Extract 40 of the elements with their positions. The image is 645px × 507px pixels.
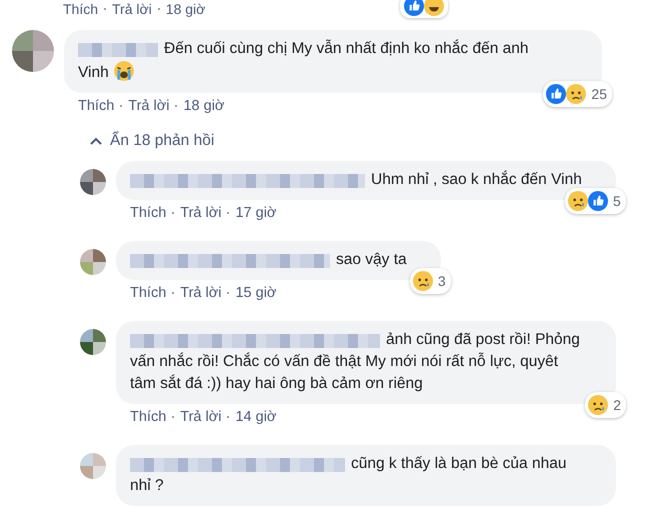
- reaction-badge[interactable]: 2: [585, 392, 626, 418]
- like-link[interactable]: Thích: [130, 205, 166, 221]
- like-icon: [404, 0, 424, 16]
- reply-link[interactable]: Trả lời: [180, 285, 222, 301]
- reaction-badge[interactable]: [400, 0, 448, 18]
- like-link[interactable]: Thích: [130, 409, 166, 425]
- timestamp: 15 giờ: [235, 285, 276, 301]
- reply-link[interactable]: Trả lời: [112, 1, 152, 17]
- reply-link[interactable]: Trả lời: [180, 409, 222, 425]
- reply-link[interactable]: Trả lời: [128, 98, 170, 114]
- reaction-badge[interactable]: 5: [565, 188, 626, 214]
- laughing-face-icon: [424, 0, 444, 16]
- reaction-count: 2: [613, 396, 621, 415]
- reply-text: Uhm nhỉ , sao k nhắc đến Vinh: [130, 169, 582, 191]
- like-icon: [588, 191, 608, 211]
- caret-up-icon: [90, 137, 102, 145]
- sad-face-icon: [588, 395, 608, 415]
- timestamp: 18 giờ: [183, 98, 224, 114]
- sad-face-icon: [412, 271, 433, 291]
- sad-face-icon: [566, 84, 586, 104]
- sad-face-icon: [568, 191, 588, 211]
- like-link[interactable]: Thích: [130, 285, 166, 301]
- like-link[interactable]: Thích: [78, 98, 114, 114]
- reaction-count: 3: [438, 272, 446, 291]
- reaction-badge[interactable]: 25: [543, 81, 612, 107]
- avatar[interactable]: [80, 169, 106, 195]
- timestamp: 18 giờ: [166, 1, 206, 17]
- reaction-badge[interactable]: 3: [410, 268, 451, 294]
- reaction-count: 5: [613, 192, 621, 211]
- avatar[interactable]: [12, 30, 54, 72]
- reply-link[interactable]: Trả lời: [180, 205, 222, 221]
- timestamp: 17 giờ: [235, 205, 276, 221]
- timestamp: 14 giờ: [235, 409, 276, 425]
- hide-replies-link[interactable]: Ẩn 18 phản hồi: [90, 132, 645, 150]
- like-icon: [546, 84, 566, 104]
- avatar[interactable]: [80, 329, 106, 355]
- crying-face-icon: [112, 60, 135, 82]
- avatar[interactable]: [80, 249, 106, 275]
- like-link[interactable]: Thích: [63, 1, 98, 17]
- reaction-count: 25: [591, 85, 607, 104]
